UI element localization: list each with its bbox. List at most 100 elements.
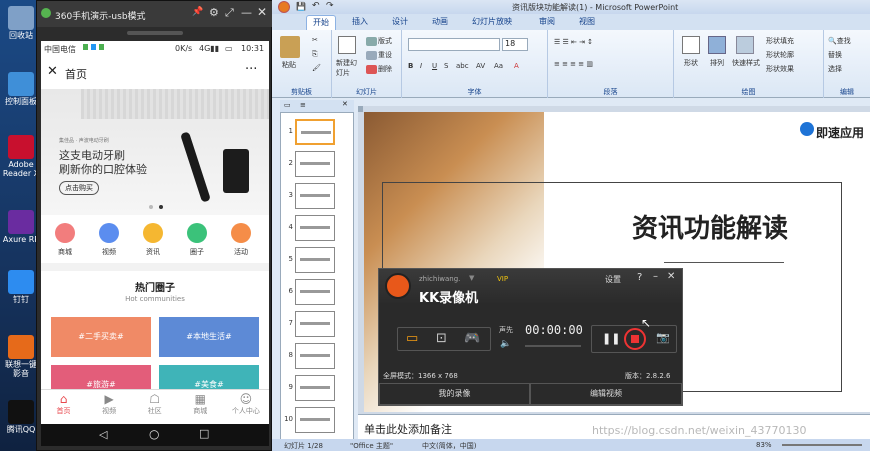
- pin-icon[interactable]: 📌: [192, 7, 203, 17]
- shadow-button[interactable]: S: [444, 62, 448, 70]
- minimize-icon[interactable]: –: [653, 271, 658, 282]
- pause-icon[interactable]: ❚❚: [602, 332, 620, 345]
- desktop-icon[interactable]: 钉钉: [2, 270, 40, 304]
- align-icons[interactable]: ≡ ≡ ≡ ≡ ▥: [554, 60, 593, 68]
- save-icon[interactable]: 💾: [296, 2, 306, 11]
- slide-thumbnail[interactable]: [295, 247, 335, 273]
- shapes-button[interactable]: 形状: [684, 58, 698, 68]
- slide-thumbnail[interactable]: [295, 215, 335, 241]
- gear-icon[interactable]: ⚙: [209, 6, 219, 19]
- bullets-icon[interactable]: ☰ ☰ ⇤ ⇥ ↕: [554, 38, 593, 46]
- carousel-dot-active[interactable]: [159, 205, 163, 209]
- game-mode-icon[interactable]: 🎮: [464, 331, 480, 346]
- copy-icon[interactable]: ⎘: [312, 50, 318, 59]
- quick-style-icon[interactable]: [736, 36, 754, 54]
- tab-0[interactable]: ⌂ 首页: [41, 392, 86, 416]
- underline-button[interactable]: U: [432, 62, 437, 70]
- recents-icon[interactable]: □: [199, 427, 209, 440]
- settings-button[interactable]: 设置: [605, 274, 621, 285]
- desktop-icon[interactable]: 控制面板: [2, 72, 40, 106]
- new-slide-button[interactable]: 新建幻灯片: [336, 58, 360, 78]
- user-dropdown-icon[interactable]: ▼: [469, 274, 474, 282]
- ribbon-tab[interactable]: 插入: [346, 15, 374, 30]
- slide-thumbnail[interactable]: [295, 311, 335, 337]
- strike-button[interactable]: abc: [456, 62, 469, 70]
- close-icon[interactable]: ✕: [667, 271, 675, 282]
- desktop-icon[interactable]: 回收站: [2, 6, 40, 40]
- find-button[interactable]: 🔍查找: [828, 36, 851, 46]
- bold-button[interactable]: B: [408, 62, 413, 70]
- kk-username[interactable]: zhichiwang.: [419, 275, 460, 283]
- slide-thumbnail[interactable]: [295, 151, 335, 177]
- rotate-icon[interactable]: ⤢: [225, 6, 234, 20]
- fullscreen-mode-icon[interactable]: ▭: [406, 331, 418, 346]
- community-card[interactable]: #本地生活#: [159, 317, 259, 357]
- layout-button[interactable]: 版式: [366, 36, 392, 46]
- buy-button[interactable]: 点击购买: [59, 181, 99, 195]
- format-painter-icon[interactable]: 🖌: [312, 64, 321, 72]
- news-icon[interactable]: [143, 223, 163, 243]
- tab-3[interactable]: ▦ 商城: [178, 392, 223, 416]
- font-size-select[interactable]: 18: [502, 38, 528, 51]
- category-label[interactable]: 视频: [93, 247, 125, 257]
- edit-video-button[interactable]: 编辑视频: [530, 383, 682, 405]
- new-slide-icon[interactable]: [338, 36, 356, 54]
- font-color-button[interactable]: A: [514, 62, 519, 70]
- font-name-select[interactable]: [408, 38, 500, 51]
- flag-icon[interactable]: [231, 223, 251, 243]
- quick-style-button[interactable]: 快速样式: [732, 58, 760, 68]
- home-circle-icon[interactable]: ○: [149, 427, 159, 441]
- shapes-icon[interactable]: [682, 36, 700, 54]
- region-mode-icon[interactable]: ⊡: [436, 331, 447, 346]
- slide-thumbnail[interactable]: [295, 183, 335, 209]
- tab-1[interactable]: ▶ 视频: [87, 392, 132, 416]
- volume-icon[interactable]: 🔈: [500, 339, 511, 349]
- vip-badge[interactable]: VIP: [497, 275, 508, 283]
- cart-icon[interactable]: [55, 223, 75, 243]
- cut-icon[interactable]: ✂: [312, 36, 318, 44]
- category-label[interactable]: 圈子: [181, 247, 213, 257]
- audio-source[interactable]: 声先: [499, 325, 513, 335]
- record-button[interactable]: [624, 328, 646, 350]
- carousel-dot[interactable]: [149, 205, 153, 209]
- office-button-icon[interactable]: [278, 1, 290, 13]
- category-label[interactable]: 活动: [225, 247, 257, 257]
- paste-button[interactable]: 粘贴: [282, 60, 296, 70]
- shape-fill-button[interactable]: 形状填充: [766, 36, 794, 46]
- ribbon-tab[interactable]: 审阅: [533, 15, 561, 30]
- close-icon[interactable]: ✕: [47, 64, 58, 79]
- desktop-icon[interactable]: 联想一键影音: [2, 335, 40, 378]
- slide-thumbnail[interactable]: [295, 375, 335, 401]
- ribbon-tab[interactable]: 幻灯片放映: [466, 15, 518, 30]
- ribbon-tab[interactable]: 视图: [573, 15, 601, 30]
- italic-button[interactable]: I: [420, 62, 422, 70]
- promo-banner[interactable]: 集佳品 · 声波电动牙刷 这支电动牙刷 刷新你的口腔体验 点击购买: [41, 89, 269, 215]
- slide-thumbnail[interactable]: [295, 119, 335, 145]
- close-icon[interactable]: ✕: [257, 5, 267, 19]
- spacing-button[interactable]: AV: [476, 62, 485, 70]
- my-videos-button[interactable]: 我的录像: [379, 383, 530, 405]
- delete-button[interactable]: 删除: [366, 64, 392, 74]
- case-button[interactable]: Aa: [494, 62, 503, 70]
- more-icon[interactable]: ···: [245, 62, 257, 77]
- chat-icon[interactable]: [187, 223, 207, 243]
- back-icon[interactable]: ◁: [99, 428, 107, 441]
- zoom-slider[interactable]: [782, 444, 862, 446]
- desktop-icon[interactable]: Axure RP: [2, 210, 40, 244]
- minimize-icon[interactable]: —: [241, 6, 252, 19]
- category-label[interactable]: 商城: [49, 247, 81, 257]
- category-label[interactable]: 资讯: [137, 247, 169, 257]
- slide-thumbnail[interactable]: [295, 279, 335, 305]
- tab-4[interactable]: ☺ 个人中心: [223, 392, 268, 416]
- desktop-icon[interactable]: 腾讯QQ: [2, 400, 40, 434]
- tab-2[interactable]: ☖ 社区: [132, 392, 177, 416]
- select-button[interactable]: 选择: [828, 64, 842, 74]
- paste-icon[interactable]: [280, 36, 300, 58]
- ribbon-tab[interactable]: 动画: [426, 15, 454, 30]
- arrange-button[interactable]: 排列: [710, 58, 724, 68]
- reset-button[interactable]: 重设: [366, 50, 392, 60]
- slide-thumbnail[interactable]: [295, 407, 335, 433]
- shape-effect-button[interactable]: 形状效果: [766, 64, 794, 74]
- arrange-icon[interactable]: [708, 36, 726, 54]
- redo-icon[interactable]: ↷: [326, 1, 334, 11]
